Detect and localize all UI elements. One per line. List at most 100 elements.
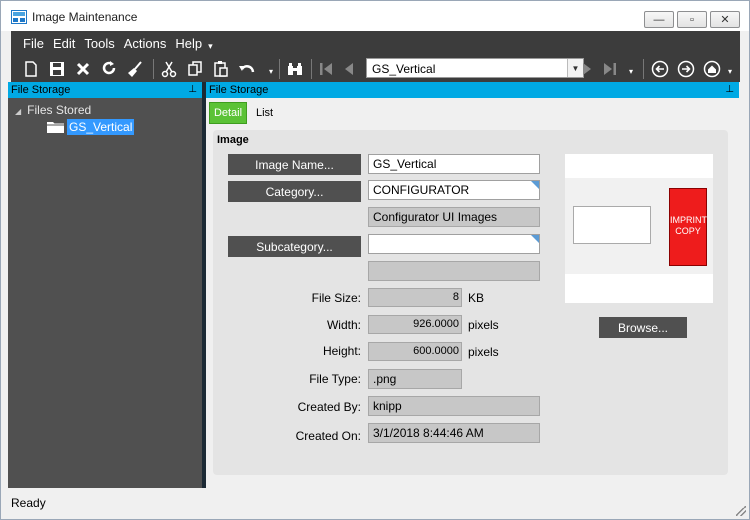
delete-button[interactable]	[73, 59, 93, 79]
forward-button[interactable]	[676, 59, 696, 79]
width-field: 926.0000	[368, 315, 462, 334]
undo-dropdown-icon[interactable]: ▾	[269, 67, 273, 76]
tree-node-label: GS_Vertical	[67, 119, 135, 135]
record-selector[interactable]: GS_Vertical ▼	[366, 58, 584, 78]
refresh-icon	[102, 61, 116, 75]
previous-record-button[interactable]	[339, 59, 359, 79]
toolbar-separator	[279, 59, 280, 79]
forward-icon	[677, 60, 695, 78]
left-panel-header: File Storage ⊥	[8, 82, 202, 98]
stamp-line-2: COPY	[675, 226, 701, 236]
menu-bar: File Edit Tools Actions Help ▾	[11, 31, 740, 55]
next-icon	[583, 63, 591, 75]
save-icon	[50, 62, 64, 76]
home-button[interactable]	[702, 59, 722, 79]
save-button[interactable]	[47, 59, 67, 79]
stamp-line-1: IMPRINT	[670, 215, 707, 225]
subcategory-description	[368, 261, 540, 281]
new-icon	[25, 61, 37, 77]
preview-image-placeholder-box	[573, 206, 651, 244]
toolbar-separator	[643, 59, 644, 79]
new-button[interactable]	[21, 59, 41, 79]
minimize-button[interactable]: —	[644, 11, 674, 28]
menu-file[interactable]: File	[23, 36, 44, 51]
back-button[interactable]	[650, 59, 670, 79]
preview-imprint-stamp: IMPRINT COPY	[669, 188, 707, 266]
search-icon	[288, 63, 302, 75]
pin-icon[interactable]: ⊥	[188, 82, 197, 98]
refresh-button[interactable]	[99, 59, 119, 79]
pin-icon[interactable]: ⊥	[725, 82, 734, 98]
file-size-label: File Size:	[311, 291, 361, 305]
toolbar-overflow-icon[interactable]: ▾	[728, 67, 732, 76]
tree-node-gs-vertical[interactable]: GS_Vertical	[47, 119, 135, 135]
image-group: Image Image Name... GS_Vertical Category…	[213, 130, 728, 475]
created-by-label: Created By:	[297, 400, 361, 414]
search-button[interactable]	[285, 59, 305, 79]
record-selector-value: GS_Vertical	[372, 62, 436, 76]
image-name-field[interactable]: GS_Vertical	[368, 154, 540, 174]
group-title: Image	[217, 134, 249, 146]
tab-list[interactable]: List	[256, 107, 273, 119]
tree-node-files-stored[interactable]: ◢ Files Stored	[15, 103, 91, 117]
copy-button[interactable]	[185, 59, 205, 79]
first-record-button[interactable]	[316, 59, 336, 79]
subcategory-field[interactable]	[368, 234, 540, 254]
left-panel-title: File Storage	[11, 84, 71, 96]
file-type-label: File Type:	[309, 372, 361, 386]
last-icon	[604, 63, 616, 75]
browse-button[interactable]: Browse...	[599, 317, 687, 338]
right-panel-header: File Storage ⊥	[206, 82, 739, 98]
image-name-button[interactable]: Image Name...	[228, 154, 361, 175]
tab-container: Detail List Image Image Name... GS_Verti…	[206, 98, 739, 488]
close-button[interactable]: ✕	[710, 11, 740, 28]
tab-detail[interactable]: Detail	[209, 102, 247, 124]
maximize-button[interactable]: ▫	[677, 11, 707, 28]
last-record-button[interactable]	[600, 59, 620, 79]
paste-icon	[214, 61, 228, 77]
category-description: Configurator UI Images	[368, 207, 540, 227]
window-title: Image Maintenance	[32, 10, 138, 24]
first-icon	[320, 63, 332, 75]
category-field[interactable]: CONFIGURATOR	[368, 180, 540, 200]
file-size-unit: KB	[468, 291, 485, 305]
menu-help[interactable]: Help	[175, 36, 202, 51]
width-label: Width:	[326, 318, 361, 332]
width-unit: pixels	[468, 318, 499, 332]
tree-node-label: Files Stored	[27, 103, 92, 117]
subcategory-button[interactable]: Subcategory...	[228, 236, 361, 257]
image-preview: IMPRINT COPY	[565, 154, 713, 303]
right-panel-title: File Storage	[209, 84, 269, 96]
status-bar: Ready	[1, 489, 749, 519]
home-icon	[703, 60, 721, 78]
app-icon	[11, 10, 27, 24]
status-text: Ready	[11, 496, 46, 510]
category-button[interactable]: Category...	[228, 181, 361, 202]
height-field: 600.0000	[368, 342, 462, 361]
minimize-icon: —	[653, 13, 665, 26]
folder-icon	[47, 122, 64, 133]
file-size-field: 8	[368, 288, 462, 307]
cut-button[interactable]	[159, 59, 179, 79]
next-record-button[interactable]	[577, 59, 597, 79]
delete-icon	[76, 62, 90, 76]
toolbar-separator	[311, 59, 312, 79]
previous-icon	[345, 63, 353, 75]
menu-edit[interactable]: Edit	[53, 36, 75, 51]
title-bar: Image Maintenance — ▫ ✕	[1, 1, 749, 31]
app-window: Image Maintenance — ▫ ✕ File Edit Tools …	[0, 0, 750, 520]
undo-button[interactable]	[237, 59, 257, 79]
menu-overflow-icon[interactable]: ▾	[208, 41, 213, 52]
height-unit: pixels	[468, 345, 499, 359]
expand-arrow-icon[interactable]: ◢	[15, 107, 21, 116]
menu-actions[interactable]: Actions	[124, 36, 167, 51]
resize-grip-icon[interactable]	[736, 506, 746, 516]
nav-dropdown-icon[interactable]: ▾	[629, 67, 633, 76]
created-on-label: Created On:	[295, 429, 361, 443]
clear-button[interactable]	[125, 59, 145, 79]
back-icon	[651, 60, 669, 78]
paste-button[interactable]	[211, 59, 231, 79]
menu-tools[interactable]: Tools	[84, 36, 114, 51]
maximize-icon: ▫	[690, 13, 694, 26]
toolbar: GS_Vertical ▼ ▾ ▾ ▾	[11, 55, 740, 82]
